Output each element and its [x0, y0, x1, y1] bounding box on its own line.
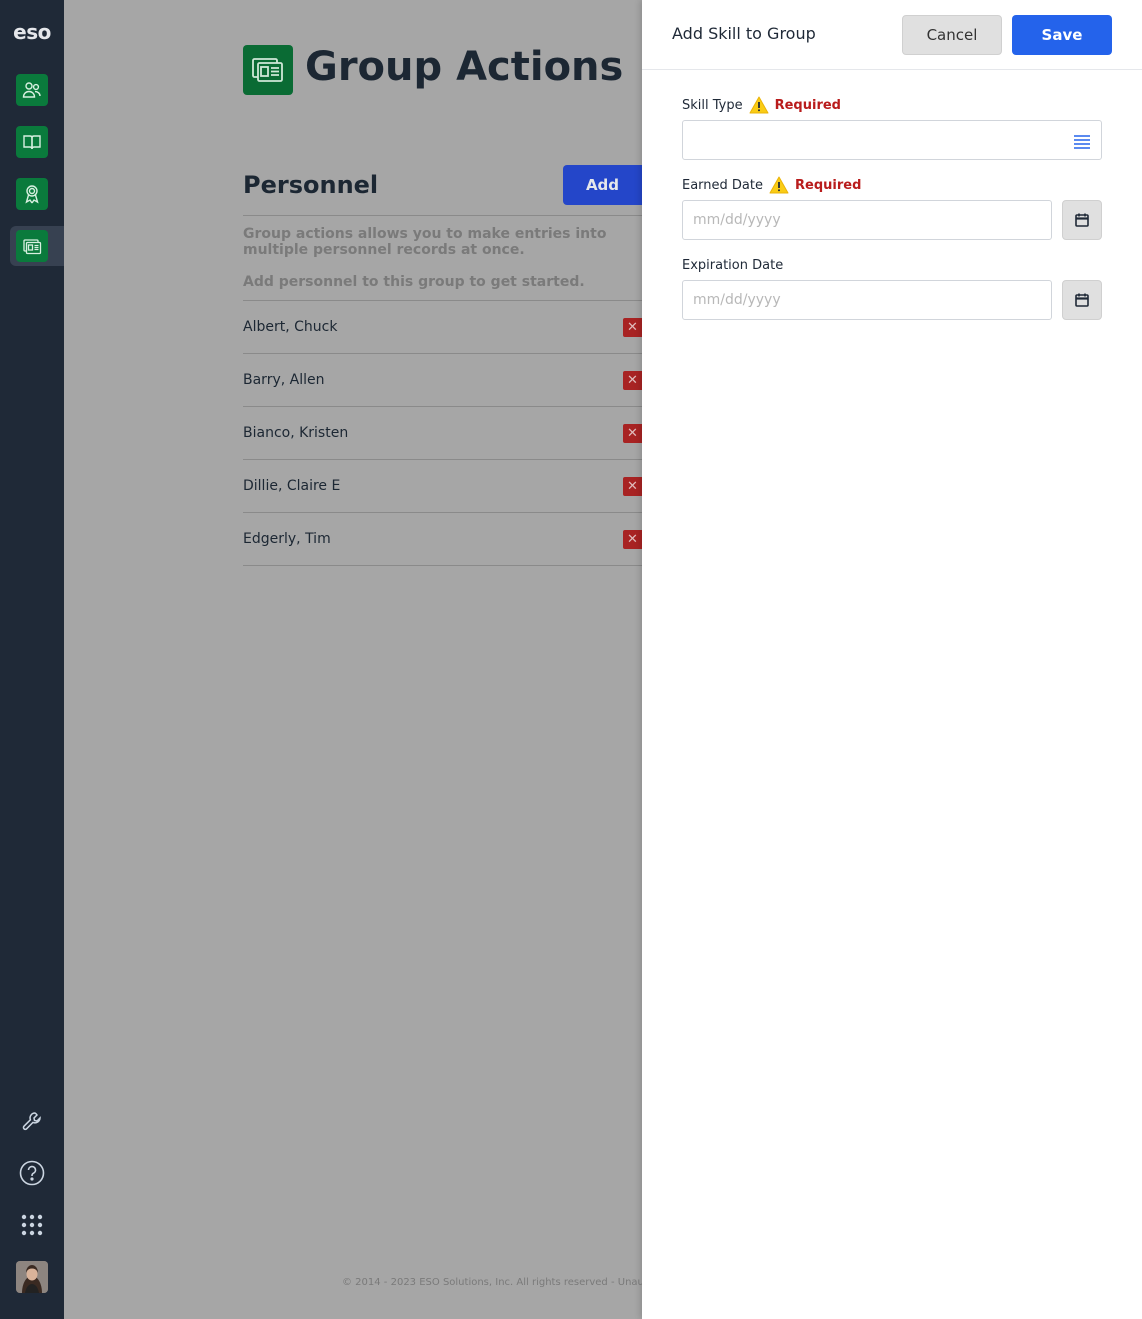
personnel-row: Bianco, Kristen ✕ — [243, 407, 642, 460]
add-skill-drawer: Add Skill to Group Cancel Save Skill Typ… — [642, 0, 1142, 1319]
personnel-name: Edgerly, Tim — [243, 531, 331, 547]
group-actions-icon[interactable] — [16, 230, 48, 262]
eso-logo[interactable]: eso — [0, 20, 64, 44]
skill-type-label-row: Skill Type Required — [682, 96, 841, 114]
skill-type-label: Skill Type — [682, 97, 743, 113]
warning-icon — [749, 96, 769, 114]
cancel-button[interactable]: Cancel — [902, 15, 1002, 55]
personnel-row: Albert, Chuck ✕ — [243, 301, 642, 354]
drawer-title: Add Skill to Group — [672, 24, 816, 43]
save-button[interactable]: Save — [1012, 15, 1112, 55]
warning-icon — [769, 176, 789, 194]
personnel-name: Bianco, Kristen — [243, 425, 349, 441]
personnel-name: Barry, Allen — [243, 372, 325, 388]
help-icon[interactable] — [16, 1157, 48, 1189]
user-avatar[interactable] — [16, 1261, 48, 1293]
page-title: Group Actions — [305, 44, 624, 90]
divider — [243, 215, 642, 216]
copyright-footer: © 2014 - 2023 ESO Solutions, Inc. All ri… — [342, 1277, 642, 1288]
remove-personnel-button[interactable]: ✕ — [623, 371, 642, 390]
wrench-icon[interactable] — [16, 1105, 48, 1137]
add-personnel-button[interactable]: Add — [563, 165, 642, 205]
section-title: Personnel — [243, 171, 379, 199]
personnel-row: Edgerly, Tim ✕ — [243, 513, 642, 566]
remove-personnel-button[interactable]: ✕ — [623, 477, 642, 496]
main-content: Group Actions Personnel Add Group action… — [64, 0, 642, 1319]
earned-date-label: Earned Date — [682, 177, 763, 193]
earned-date-label-row: Earned Date Required — [682, 176, 861, 194]
drawer-header: Add Skill to Group Cancel Save — [642, 0, 1142, 70]
expiration-date-label-row: Expiration Date — [682, 258, 783, 273]
sidebar: eso — [0, 0, 64, 1319]
expiration-date-label: Expiration Date — [682, 258, 784, 273]
apps-grid-icon[interactable] — [16, 1209, 48, 1241]
group-actions-description: Group actions allows you to make entries… — [243, 226, 607, 258]
remove-personnel-button[interactable]: ✕ — [623, 318, 642, 337]
skill-type-required: Required — [774, 97, 841, 113]
personnel-name: Albert, Chuck — [243, 319, 338, 335]
earned-date-required: Required — [795, 177, 862, 193]
book-icon[interactable] — [16, 126, 48, 158]
award-icon[interactable] — [16, 178, 48, 210]
personnel-row: Barry, Allen ✕ — [243, 354, 642, 407]
people-icon[interactable] — [16, 74, 48, 106]
skill-type-select[interactable] — [682, 120, 1102, 160]
group-actions-title-icon — [243, 45, 293, 95]
personnel-row: Dillie, Claire E ✕ — [243, 460, 642, 513]
calendar-icon[interactable] — [1062, 200, 1102, 240]
list-icon[interactable] — [1073, 132, 1091, 150]
remove-personnel-button[interactable]: ✕ — [623, 424, 642, 443]
earned-date-input[interactable] — [682, 200, 1052, 240]
group-actions-hint: Add personnel to this group to get start… — [243, 274, 585, 290]
personnel-name: Dillie, Claire E — [243, 478, 341, 494]
expiration-date-input[interactable] — [682, 280, 1052, 320]
remove-personnel-button[interactable]: ✕ — [623, 530, 642, 549]
calendar-icon[interactable] — [1062, 280, 1102, 320]
